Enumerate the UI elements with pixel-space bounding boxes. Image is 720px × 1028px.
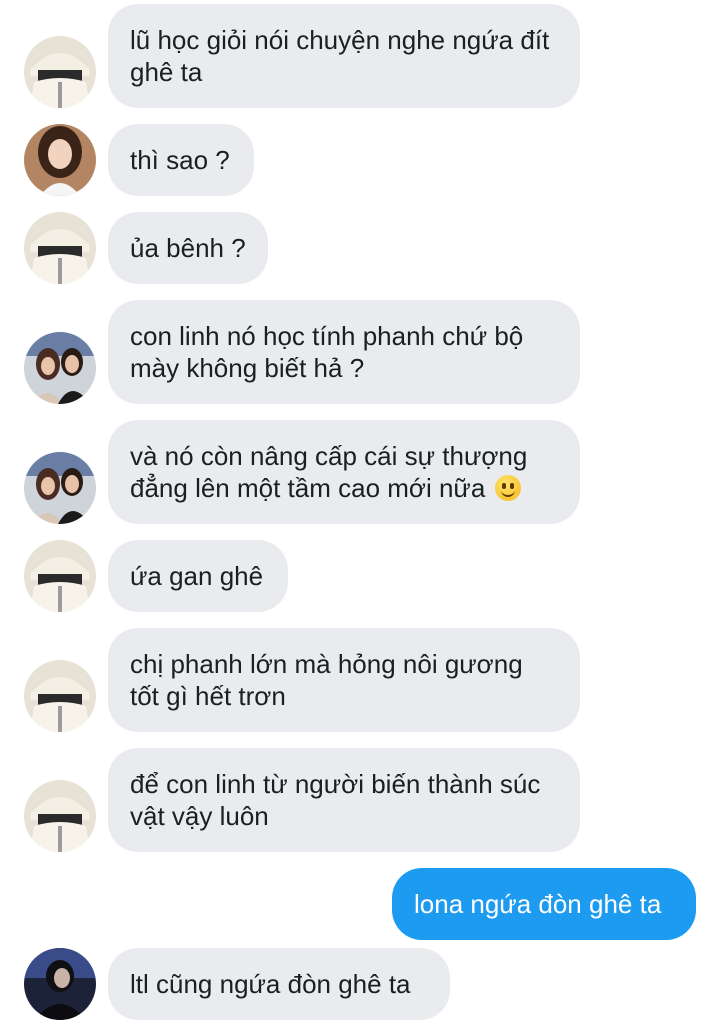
slightly-smiling-face-icon (494, 475, 521, 501)
message-row-outgoing: lona ngứa đòn ghê ta (0, 868, 720, 940)
message-text: lona ngứa đòn ghê ta (414, 889, 662, 919)
message-bubble[interactable]: để con linh từ người biến thành súc vật … (108, 748, 580, 852)
message-bubble[interactable]: ủa bênh ? (108, 212, 268, 284)
message-row: ủa bênh ? (0, 212, 720, 284)
avatar[interactable] (24, 948, 96, 1020)
message-text: ủa bênh ? (130, 233, 246, 263)
message-row: thì sao ? (0, 124, 720, 196)
avatar[interactable] (24, 660, 96, 732)
message-bubble[interactable]: con linh nó học tính phanh chứ bộ mày kh… (108, 300, 580, 404)
message-row: con linh nó học tính phanh chứ bộ mày kh… (0, 300, 720, 404)
avatar[interactable] (24, 780, 96, 852)
message-bubble[interactable]: và nó còn nâng cấp cái sự thượng đẳng lê… (108, 420, 580, 524)
message-text: ứa gan ghê (130, 561, 264, 591)
message-bubble[interactable]: ứa gan ghê (108, 540, 288, 612)
message-bubble[interactable]: chị phanh lớn mà hỏng nôi gương tốt gì h… (108, 628, 580, 732)
message-row: và nó còn nâng cấp cái sự thượng đẳng lê… (0, 420, 720, 524)
avatar[interactable] (24, 124, 96, 196)
message-bubble[interactable]: lũ học giỏi nói chuyện nghe ngứa đít ghê… (108, 4, 580, 108)
message-text: lũ học giỏi nói chuyện nghe ngứa đít ghê… (130, 25, 550, 87)
message-text: thì sao ? (130, 145, 230, 175)
message-text: và nó còn nâng cấp cái sự thượng đẳng lê… (130, 441, 528, 503)
avatar[interactable] (24, 212, 96, 284)
message-text: để con linh từ người biến thành súc vật … (130, 769, 541, 831)
avatar[interactable] (24, 36, 96, 108)
message-text: con linh nó học tính phanh chứ bộ mày kh… (130, 321, 524, 383)
avatar[interactable] (24, 452, 96, 524)
message-bubble-outgoing[interactable]: lona ngứa đòn ghê ta (392, 868, 696, 940)
avatar[interactable] (24, 332, 96, 404)
message-text: ltl cũng ngứa đòn ghê ta (130, 969, 411, 999)
avatar[interactable] (24, 540, 96, 612)
message-text: chị phanh lớn mà hỏng nôi gương tốt gì h… (130, 649, 523, 711)
message-bubble[interactable]: ltl cũng ngứa đòn ghê ta (108, 948, 450, 1020)
message-row: ứa gan ghê (0, 540, 720, 612)
message-row: để con linh từ người biến thành súc vật … (0, 748, 720, 852)
message-row: chị phanh lớn mà hỏng nôi gương tốt gì h… (0, 628, 720, 732)
message-row: ltl cũng ngứa đòn ghê ta (0, 948, 720, 1020)
message-row: lũ học giỏi nói chuyện nghe ngứa đít ghê… (0, 4, 720, 108)
message-bubble[interactable]: thì sao ? (108, 124, 254, 196)
